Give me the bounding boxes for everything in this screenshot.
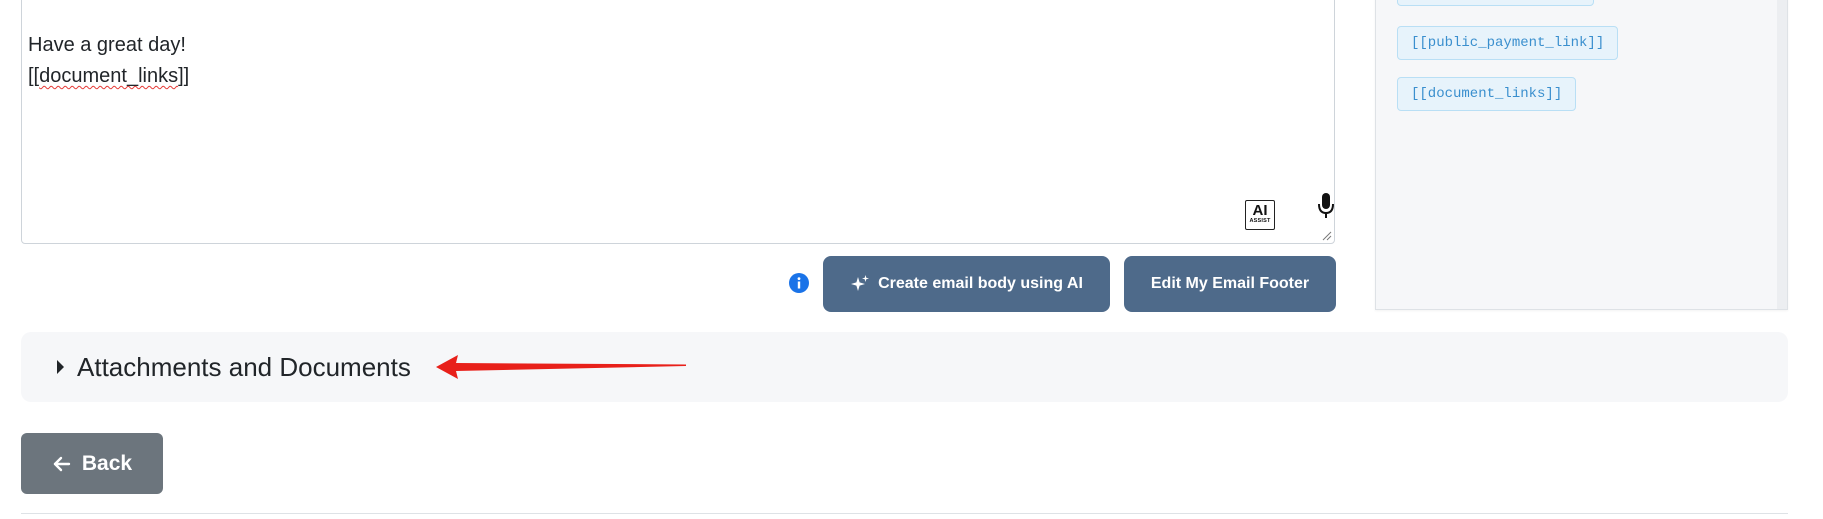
email-body-text[interactable]: Have a great day! [[document_links]] (28, 30, 189, 92)
caret-right-icon (57, 360, 64, 374)
placeholder-tag-public-payment-link[interactable]: [[public_payment_link]] (1397, 26, 1619, 60)
back-button-label: Back (81, 451, 133, 475)
microphone-icon[interactable] (1316, 192, 1336, 220)
resize-grip-icon[interactable] (1322, 231, 1332, 241)
info-icon[interactable] (789, 273, 809, 293)
attachments-accordion-title: Attachments and Documents (77, 352, 411, 382)
placeholder-suffix: ]] (178, 65, 190, 87)
email-body-placeholder-line: [[document_links]] (28, 61, 189, 92)
attachments-accordion[interactable]: Attachments and Documents (21, 332, 1788, 402)
ai-assist-icon[interactable]: AI ASSIST (1245, 200, 1275, 230)
placeholder-tags-panel: [[public_payment_link]] [[document_links… (1375, 0, 1788, 310)
sparkles-icon (851, 275, 870, 291)
create-email-body-ai-label: Create email body using AI (878, 275, 1083, 292)
email-body-greeting: Have a great day! (28, 34, 186, 56)
edit-email-footer-label: Edit My Email Footer (1150, 275, 1310, 292)
ai-assist-label: AI (1252, 202, 1268, 219)
bottom-divider (21, 513, 1788, 514)
edit-email-footer-button[interactable]: Edit My Email Footer (1124, 256, 1336, 312)
ai-assist-sublabel: ASSIST (1249, 218, 1271, 224)
placeholder-tag-document-links[interactable]: [[document_links]] (1397, 77, 1577, 111)
placeholder-tag-partial[interactable] (1397, 0, 1594, 6)
arrow-left-icon (53, 456, 71, 471)
red-arrow-annotation (436, 355, 686, 379)
tags-panel-scrollbar[interactable] (1777, 0, 1787, 309)
create-email-body-ai-button[interactable]: Create email body using AI (823, 256, 1110, 312)
email-body-textarea[interactable]: Have a great day! [[document_links]] AI … (21, 0, 1335, 244)
back-button[interactable]: Back (21, 433, 163, 494)
placeholder-prefix: [[ (28, 65, 40, 87)
placeholder-word: document_links (39, 65, 179, 87)
